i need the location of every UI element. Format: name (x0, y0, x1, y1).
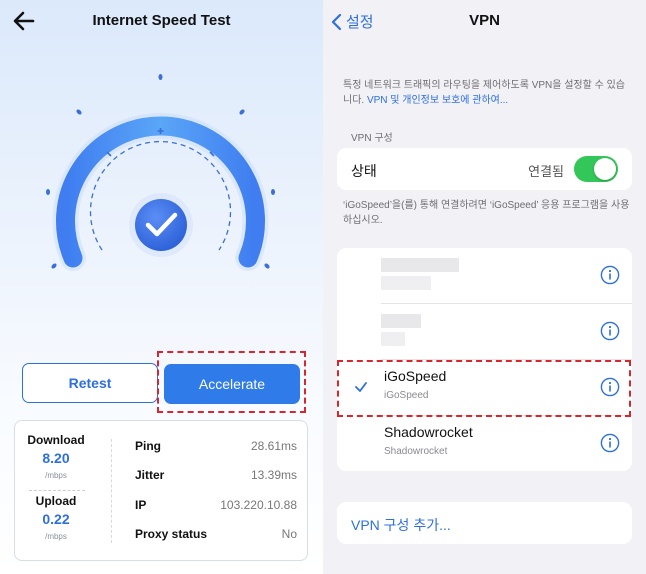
divider (29, 490, 85, 491)
redacted-subtitle (381, 276, 431, 290)
list-item[interactable] (337, 304, 632, 360)
download-label: Download (27, 433, 85, 447)
accelerate-button[interactable]: Accelerate (164, 364, 300, 404)
upload-label: Upload (35, 494, 77, 508)
vpn-name: Shadowrocket (384, 424, 473, 440)
ping-row: Ping 28.61ms (135, 439, 297, 457)
stats-card: Download 8.20 /mbps Upload 0.22 /mbps Pi… (14, 420, 308, 561)
info-icon[interactable] (600, 265, 620, 285)
page-title: VPN (469, 12, 500, 29)
ip-row: IP 103.220.10.88 (135, 498, 297, 516)
download-value: 8.20 (42, 450, 70, 466)
download-unit: /mbps (45, 471, 67, 480)
info-icon[interactable] (600, 321, 620, 341)
vpn-toggle[interactable] (574, 156, 618, 182)
redacted-subtitle (381, 332, 405, 346)
vpn-item-shadowrocket[interactable]: Shadowrocket Shadowrocket (337, 416, 632, 472)
proxy-row: Proxy status No (135, 527, 297, 545)
section-label: VPN 구성 (351, 133, 393, 144)
status-label: 상태 (351, 163, 377, 179)
proxy-value: No (281, 527, 297, 541)
privacy-link[interactable]: VPN 및 개인정보 보호에 관하여... (367, 95, 508, 106)
vpn-settings-panel: 설정 VPN 특정 네트워크 트래픽의 라우팅을 제어하도록 VPN을 설정할 … (323, 0, 646, 574)
status-value: 연결됨 (528, 164, 564, 179)
add-vpn-label: VPN 구성 추가... (351, 517, 451, 533)
toggle-knob (594, 158, 616, 180)
upload-value: 0.22 (42, 511, 70, 527)
divider (111, 439, 112, 543)
info-icon[interactable] (600, 433, 620, 453)
speed-gauge (46, 74, 275, 271)
vpn-subtitle: Shadowrocket (384, 446, 448, 457)
retest-button[interactable]: Retest (22, 363, 158, 403)
jitter-value: 13.39ms (250, 468, 297, 482)
highlight-frame (337, 360, 631, 417)
proxy-label: Proxy status (135, 527, 208, 541)
redacted-name (381, 314, 421, 328)
jitter-label: Jitter (135, 468, 165, 482)
upload-stat: Upload 0.22 /mbps (15, 494, 97, 541)
ip-value: 103.220.10.88 (220, 498, 297, 512)
ping-label: Ping (135, 439, 161, 453)
ping-value: 28.61ms (250, 439, 297, 453)
connection-note: ‘iGoSpeed’을(를) 통해 연결하려면 ‘iGoSpeed’ 응용 프로… (343, 200, 630, 226)
page-title: Internet Speed Test (92, 12, 231, 29)
speed-test-panel: Internet Speed Test Retest Accelerate Do… (0, 0, 323, 574)
add-vpn-config-button[interactable]: VPN 구성 추가... (337, 502, 632, 544)
status-row: 상태 연결됨 (337, 148, 632, 190)
vpn-description: 특정 네트워크 트래픽의 라우팅을 제어하도록 VPN을 설정할 수 있습니다.… (343, 78, 633, 108)
ip-label: IP (135, 498, 147, 512)
redacted-name (381, 258, 459, 272)
list-item[interactable] (337, 248, 632, 304)
download-stat: Download 8.20 /mbps (15, 433, 97, 480)
upload-unit: /mbps (45, 532, 67, 541)
jitter-row: Jitter 13.39ms (135, 468, 297, 486)
